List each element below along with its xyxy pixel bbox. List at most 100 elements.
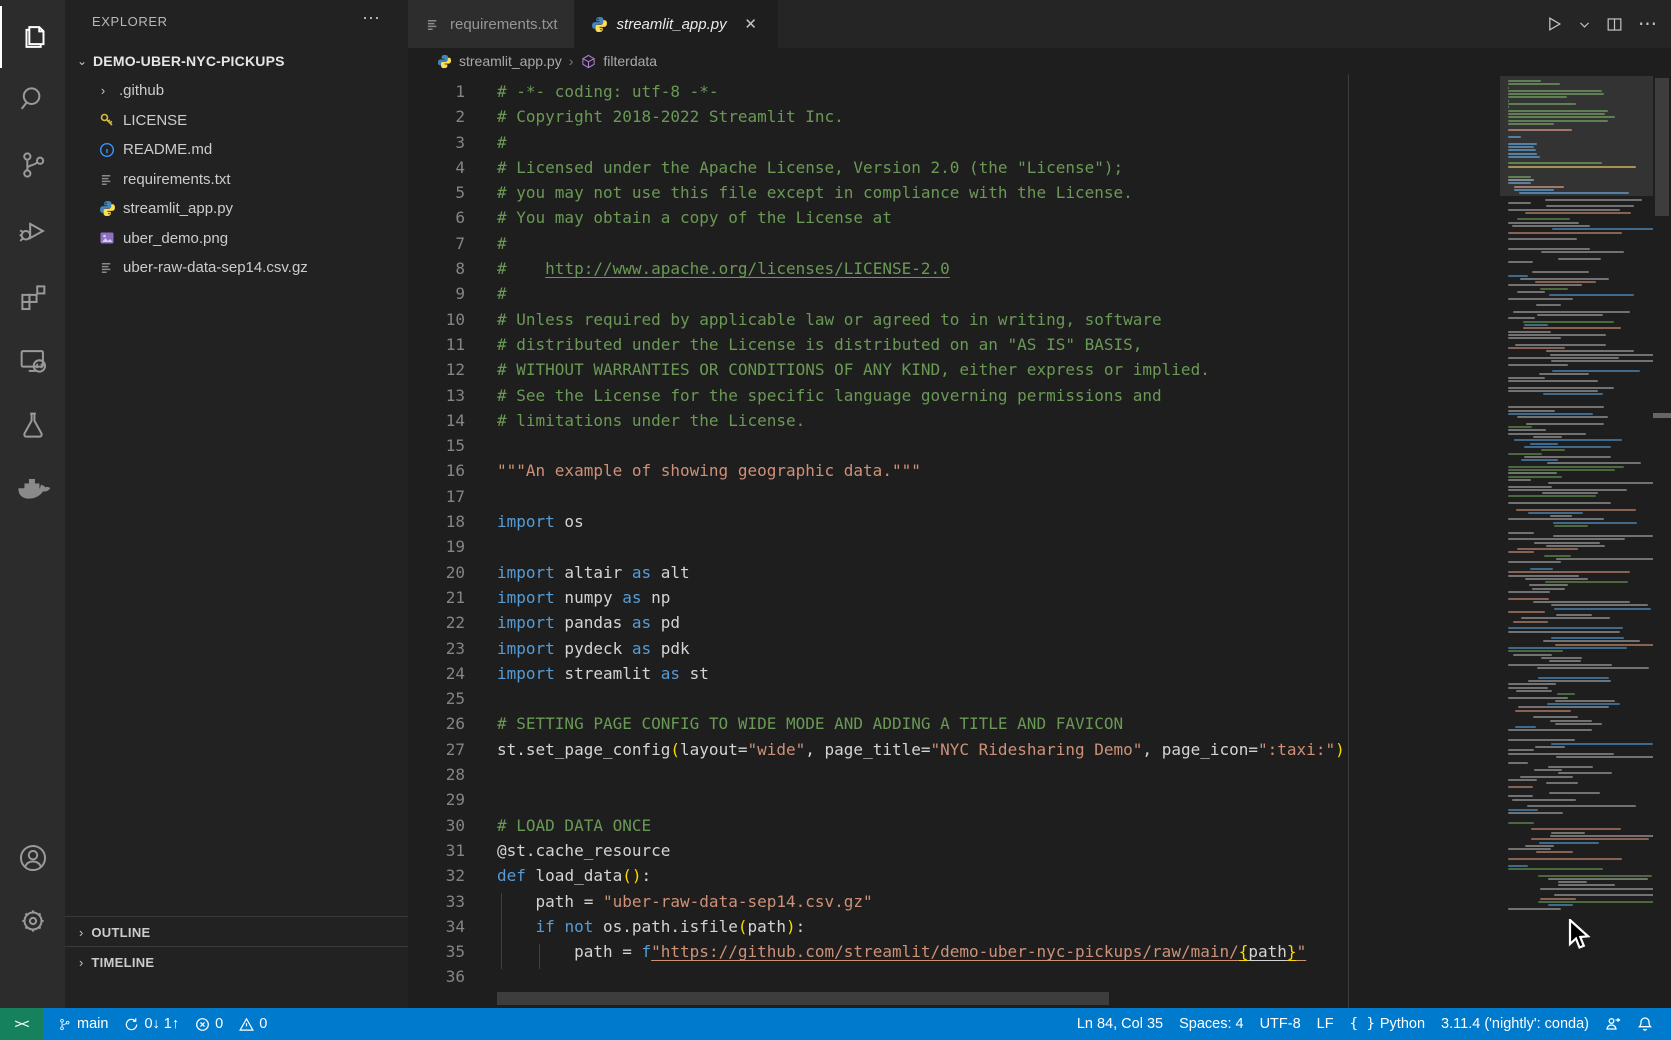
status-error[interactable]: 0 (195, 1016, 223, 1032)
minimap-slider[interactable] (1500, 76, 1653, 196)
testing-icon[interactable] (0, 394, 65, 456)
status-lf[interactable]: LF (1317, 1016, 1334, 1032)
status-ln[interactable]: Ln 84, Col 35 (1077, 1016, 1163, 1032)
status-3.11.4[interactable]: 3.11.4 ('nightly': conda) (1441, 1016, 1589, 1032)
explorer-icon[interactable] (0, 6, 67, 68)
status-utf-8[interactable]: UTF-8 (1260, 1016, 1301, 1032)
code-line-10[interactable]: 10# Unless required by applicable law or… (408, 307, 1671, 332)
branch-icon (57, 1017, 72, 1032)
code-line-7[interactable]: 7# (408, 231, 1671, 256)
status-warning[interactable]: 0 (239, 1016, 267, 1032)
code-text: # you may not use this file except in co… (497, 180, 1133, 205)
code-line-35[interactable]: 35 path = f"https://github.com/streamlit… (408, 939, 1671, 964)
account-icon[interactable] (0, 827, 65, 889)
activity-bar (0, 0, 65, 1008)
file-row-readme-md[interactable]: README.md (65, 135, 408, 165)
code-line-21[interactable]: 21import numpy as np (408, 585, 1671, 610)
file-row-streamlit-app-py[interactable]: streamlit_app.py (65, 194, 408, 224)
run-dropdown-chevron-icon[interactable] (1578, 18, 1591, 31)
code-line-16[interactable]: 16"""An example of showing geographic da… (408, 458, 1671, 483)
code-line-6[interactable]: 6# You may obtain a copy of the License … (408, 205, 1671, 230)
code-line-2[interactable]: 2# Copyright 2018-2022 Streamlit Inc. (408, 104, 1671, 129)
remote-indicator[interactable]: >< (0, 1008, 43, 1040)
code-line-11[interactable]: 11# distributed under the License is dis… (408, 332, 1671, 357)
status-branch[interactable]: main (57, 1016, 108, 1032)
file-name: uber-raw-data-sep14.csv.gz (123, 259, 308, 276)
search-icon[interactable] (0, 68, 65, 130)
outline-panel-header[interactable]: › OUTLINE (65, 916, 408, 947)
error-icon (195, 1017, 210, 1032)
breadcrumb-symbol[interactable]: filterdata (580, 53, 657, 70)
code-editor[interactable]: 1# -*- coding: utf-8 -*-2# Copyright 201… (408, 74, 1671, 1008)
run-python-file-button[interactable] (1544, 14, 1564, 34)
run-debug-icon[interactable] (0, 200, 65, 262)
status-sync[interactable]: 0↓ 1↑ (124, 1016, 179, 1032)
code-line-29[interactable]: 29 (408, 787, 1671, 812)
code-line-19[interactable]: 19 (408, 534, 1671, 559)
code-line-31[interactable]: 31@st.cache_resource (408, 838, 1671, 863)
code-line-28[interactable]: 28 (408, 762, 1671, 787)
indent-guide (501, 893, 502, 969)
code-line-15[interactable]: 15 (408, 433, 1671, 458)
code-line-5[interactable]: 5# you may not use this file except in c… (408, 180, 1671, 205)
code-line-22[interactable]: 22import pandas as pd (408, 610, 1671, 635)
code-line-9[interactable]: 9# (408, 281, 1671, 306)
explorer-more-icon[interactable]: ⋯ (362, 8, 380, 29)
file-row-uber-demo-png[interactable]: uber_demo.png (65, 224, 408, 254)
line-number: 10 (408, 307, 465, 332)
file-row-requirements-txt[interactable]: requirements.txt (65, 165, 408, 195)
code-line-30[interactable]: 30# LOAD DATA ONCE (408, 813, 1671, 838)
status-spaces[interactable]: Spaces: 4 (1179, 1016, 1244, 1032)
source-control-icon[interactable] (0, 134, 65, 196)
close-icon[interactable]: ✕ (741, 15, 761, 33)
project-root-row[interactable]: ⌄ DEMO-UBER-NYC-PICKUPS (65, 46, 408, 75)
code-line-23[interactable]: 23import pydeck as pdk (408, 636, 1671, 661)
more-actions-button[interactable]: ⋯ (1638, 13, 1657, 36)
vertical-scrollbar-slider[interactable] (1655, 78, 1669, 216)
code-line-25[interactable]: 25 (408, 686, 1671, 711)
code-line-33[interactable]: 33 path = "uber-raw-data-sep14.csv.gz" (408, 889, 1671, 914)
editor-group: requirements.txt streamlit_app.py ✕ (408, 0, 1671, 1008)
tab-streamlit-app-py[interactable]: streamlit_app.py ✕ (575, 0, 778, 48)
breadcrumb-file[interactable]: streamlit_app.py (436, 53, 562, 70)
code-line-32[interactable]: 32def load_data(): (408, 863, 1671, 888)
timeline-panel-header[interactable]: › TIMELINE (65, 946, 408, 977)
docker-icon[interactable] (0, 458, 65, 520)
status-bell[interactable] (1637, 1016, 1653, 1032)
code-line-20[interactable]: 20import altair as alt (408, 560, 1671, 585)
file-row-uber-raw-data-sep14-csv-gz[interactable]: uber-raw-data-sep14.csv.gz (65, 253, 408, 283)
code-line-14[interactable]: 14# limitations under the License. (408, 408, 1671, 433)
tab-requirements-txt[interactable]: requirements.txt (408, 0, 575, 48)
split-editor-button[interactable] (1605, 15, 1624, 34)
line-number: 14 (408, 408, 465, 433)
status-braces[interactable]: { }Python (1350, 1016, 1425, 1032)
remote-explorer-icon[interactable] (0, 330, 65, 392)
code-line-34[interactable]: 34 if not os.path.isfile(path): (408, 914, 1671, 939)
file-row--github[interactable]: ›.github (65, 76, 408, 106)
code-line-18[interactable]: 18import os (408, 509, 1671, 534)
code-text: # -*- coding: utf-8 -*- (497, 79, 719, 104)
code-line-27[interactable]: 27st.set_page_config(layout="wide", page… (408, 737, 1671, 762)
code-line-1[interactable]: 1# -*- coding: utf-8 -*- (408, 79, 1671, 104)
minimap[interactable] (1500, 74, 1653, 1008)
code-line-26[interactable]: 26# SETTING PAGE CONFIG TO WIDE MODE AND… (408, 711, 1671, 736)
line-number: 21 (408, 585, 465, 610)
code-line-36[interactable]: 36 (408, 964, 1671, 989)
code-line-12[interactable]: 12# WITHOUT WARRANTIES OR CONDITIONS OF … (408, 357, 1671, 382)
timeline-label: TIMELINE (91, 955, 154, 970)
extensions-icon[interactable] (0, 266, 65, 328)
code-line-17[interactable]: 17 (408, 484, 1671, 509)
code-line-8[interactable]: 8# http://www.apache.org/licenses/LICENS… (408, 256, 1671, 281)
horizontal-scrollbar[interactable] (497, 992, 1109, 1005)
vertical-scrollbar[interactable] (1653, 74, 1671, 1008)
code-line-13[interactable]: 13# See the License for the specific lan… (408, 383, 1671, 408)
list-icon (98, 170, 116, 188)
code-line-3[interactable]: 3# (408, 130, 1671, 155)
settings-gear-icon[interactable] (0, 890, 65, 952)
status-feedback[interactable] (1605, 1016, 1621, 1032)
code-line-4[interactable]: 4# Licensed under the Apache License, Ve… (408, 155, 1671, 180)
code-line-24[interactable]: 24import streamlit as st (408, 661, 1671, 686)
braces-icon: { } (1350, 1016, 1375, 1032)
line-number: 26 (408, 711, 465, 736)
file-row-license[interactable]: LICENSE (65, 106, 408, 136)
